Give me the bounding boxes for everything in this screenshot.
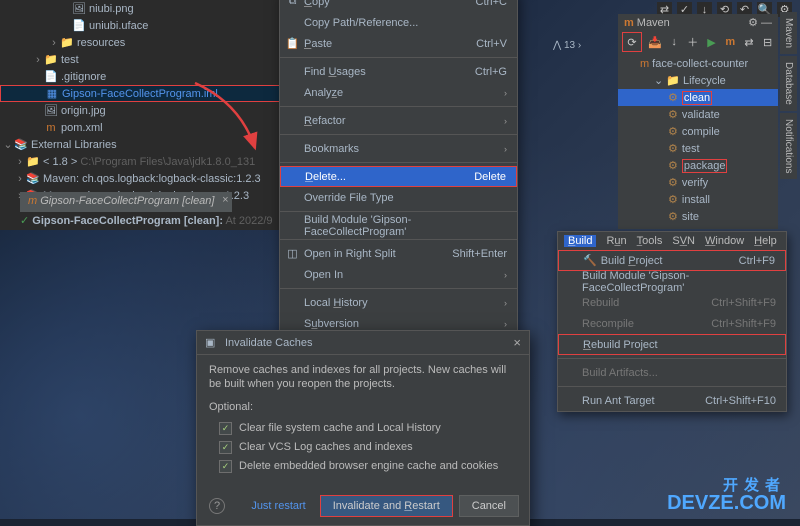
run-ant[interactable]: Run Ant TargetCtrl+Shift+F10 bbox=[558, 390, 786, 411]
gear-icon: ⚙ bbox=[668, 125, 678, 138]
maven-toolbar: ⟳ 📥 ↓ ＋ ▶ m ⇄ ⊟ bbox=[618, 31, 778, 53]
build-menu: Build Run Tools SVN Window Help 🔨Build P… bbox=[557, 231, 787, 412]
maven-tool-window: mMaven⚙ — ⟳ 📥 ↓ ＋ ▶ m ⇄ ⊟ mface-collect-… bbox=[618, 14, 778, 229]
rebuild-project[interactable]: Rebuild Project bbox=[558, 334, 786, 355]
menu-copy-path[interactable]: Copy Path/Reference... bbox=[280, 12, 517, 33]
maven-project[interactable]: mface-collect-counter bbox=[618, 55, 778, 72]
menu-help[interactable]: Help bbox=[754, 235, 777, 247]
menu-copy[interactable]: ⧉CopyCtrl+C bbox=[280, 0, 517, 12]
maven-goal-clean[interactable]: ⚙clean bbox=[618, 89, 778, 106]
maven-header[interactable]: mMaven⚙ — bbox=[618, 14, 778, 31]
menu-build-module[interactable]: Build Module 'Gipson-FaceCollectProgram' bbox=[280, 215, 517, 236]
external-libraries[interactable]: ⌄📚External Libraries bbox=[0, 136, 280, 153]
dialog-message: Remove caches and indexes for all projec… bbox=[209, 363, 517, 392]
menu-run[interactable]: Run bbox=[606, 235, 626, 247]
toggle-icon[interactable]: ⇄ bbox=[743, 34, 756, 50]
cancel-button[interactable]: Cancel bbox=[459, 495, 519, 517]
menu-window[interactable]: Window bbox=[705, 235, 744, 247]
generate-icon[interactable]: 📥 bbox=[648, 34, 662, 50]
invalidate-restart-button[interactable]: Invalidate and Restart bbox=[320, 495, 453, 517]
rebuild: RebuildCtrl+Shift+F9 bbox=[558, 292, 786, 313]
gear-icon: ⚙ bbox=[668, 91, 678, 104]
dialog-title-bar[interactable]: ▣ Invalidate Caches × bbox=[197, 331, 529, 355]
menu-paste[interactable]: 📋PasteCtrl+V bbox=[280, 33, 517, 54]
tree-item[interactable]: 📄uniubi.uface bbox=[0, 17, 280, 34]
side-tab-database[interactable]: Database bbox=[780, 56, 797, 111]
side-tab-notifications[interactable]: Notifications bbox=[780, 113, 797, 179]
checkbox-clear-vcs[interactable]: ✓Clear VCS Log caches and indexes bbox=[219, 441, 517, 454]
checkbox-icon: ✓ bbox=[219, 441, 232, 454]
gear-icon: ⚙ bbox=[668, 176, 678, 189]
menu-analyze[interactable]: Analyze› bbox=[280, 82, 517, 103]
add-icon[interactable]: ＋ bbox=[686, 34, 699, 50]
gear-icon: ⚙ bbox=[668, 210, 678, 223]
main-menu-bar: Build Run Tools SVN Window Help bbox=[558, 232, 786, 250]
collapse-icon[interactable]: ⊟ bbox=[761, 34, 774, 50]
menu-open-in[interactable]: Open In› bbox=[280, 264, 517, 285]
maven-goal-compile[interactable]: ⚙compile bbox=[618, 123, 778, 140]
recompile: RecompileCtrl+Shift+F9 bbox=[558, 313, 786, 334]
font-size-indicator[interactable]: ⋀ 13 › bbox=[553, 40, 581, 51]
tree-item[interactable]: 🖼niubi.png bbox=[0, 0, 280, 17]
gear-icon: ⚙ bbox=[668, 193, 678, 206]
maven-goal-site[interactable]: ⚙site bbox=[618, 208, 778, 225]
refresh-icon[interactable]: ⟳ bbox=[624, 34, 640, 50]
checkbox-icon: ✓ bbox=[219, 460, 232, 473]
tree-item[interactable]: 📄.gitignore bbox=[0, 68, 280, 85]
tree-item[interactable]: 🖼origin.jpg bbox=[0, 102, 280, 119]
menu-svn[interactable]: SVN bbox=[672, 235, 695, 247]
download-icon[interactable]: ↓ bbox=[668, 34, 681, 50]
menu-refactor[interactable]: Refactor› bbox=[280, 110, 517, 131]
gear-icon: ⚙ bbox=[668, 159, 678, 172]
maven-goal-install[interactable]: ⚙install bbox=[618, 191, 778, 208]
console-output: ✓ Gipson-FaceCollectProgram [clean]: At … bbox=[20, 214, 273, 227]
checkbox-icon: ✓ bbox=[219, 422, 232, 435]
split-icon: ◫ bbox=[286, 247, 299, 260]
run-tab[interactable]: m Gipson-FaceCollectProgram [clean]× bbox=[20, 192, 232, 212]
menu-override-file-type[interactable]: Override File Type bbox=[280, 187, 517, 208]
menu-delete[interactable]: Delete...Delete bbox=[280, 166, 517, 187]
maven-goal-test[interactable]: ⚙test bbox=[618, 140, 778, 157]
run-tab-bar: m Gipson-FaceCollectProgram [clean]× bbox=[20, 192, 232, 212]
optional-label: Optional: bbox=[209, 400, 517, 414]
maven-lifecycle[interactable]: ⌄ 📁Lifecycle bbox=[618, 72, 778, 89]
menu-tools[interactable]: Tools bbox=[637, 235, 663, 247]
paste-icon: 📋 bbox=[286, 37, 299, 50]
menu-find-usages[interactable]: Find UsagesCtrl+G bbox=[280, 61, 517, 82]
gear-icon: ⚙ bbox=[668, 142, 678, 155]
help-button[interactable]: ? bbox=[209, 498, 225, 514]
gear-icon: ⚙ bbox=[668, 108, 678, 121]
close-icon[interactable]: × bbox=[513, 335, 521, 350]
close-icon[interactable]: × bbox=[222, 194, 228, 206]
build-artifacts: Build Artifacts... bbox=[558, 362, 786, 383]
hammer-icon: 🔨 bbox=[583, 255, 597, 267]
menu-local-history[interactable]: Local History› bbox=[280, 292, 517, 313]
maven-goal-validate[interactable]: ⚙validate bbox=[618, 106, 778, 123]
m-icon[interactable]: m bbox=[724, 34, 737, 50]
watermark-logo: 开发者DEVZE.COM bbox=[667, 478, 786, 513]
copy-icon: ⧉ bbox=[286, 0, 299, 8]
menu-build[interactable]: Build bbox=[564, 235, 596, 247]
maven-goal-package[interactable]: ⚙package bbox=[618, 157, 778, 174]
checkbox-clear-fs[interactable]: ✓Clear file system cache and Local Histo… bbox=[219, 422, 517, 435]
checkbox-clear-browser[interactable]: ✓Delete embedded browser engine cache an… bbox=[219, 460, 517, 473]
intellij-icon: ▣ bbox=[205, 336, 219, 349]
tree-item[interactable]: ›📚Maven: ch.qos.logback:logback-classic:… bbox=[0, 170, 280, 187]
build-project[interactable]: 🔨Build ProjectCtrl+F9 bbox=[558, 250, 786, 271]
maven-goal-verify[interactable]: ⚙verify bbox=[618, 174, 778, 191]
tree-item[interactable]: mpom.xml bbox=[0, 119, 280, 136]
invalidate-caches-dialog: ▣ Invalidate Caches × Remove caches and … bbox=[196, 330, 530, 526]
tree-item[interactable]: ›📁resources bbox=[0, 34, 280, 51]
build-module[interactable]: Build Module 'Gipson-FaceCollectProgram' bbox=[558, 271, 786, 292]
side-tab-maven[interactable]: Maven bbox=[780, 12, 797, 54]
tree-item-selected-iml[interactable]: ▦Gipson-FaceCollectProgram.iml bbox=[0, 85, 280, 102]
right-sidebar-tabs: Maven Database Notifications bbox=[780, 12, 800, 181]
tree-item[interactable]: ›📁< 1.8 > C:\Program Files\Java\jdk1.8.0… bbox=[0, 153, 280, 170]
tree-item[interactable]: ›📁test bbox=[0, 51, 280, 68]
menu-open-split[interactable]: ◫Open in Right SplitShift+Enter bbox=[280, 243, 517, 264]
run-icon[interactable]: ▶ bbox=[705, 34, 718, 50]
just-restart-link[interactable]: Just restart bbox=[251, 500, 305, 512]
menu-bookmarks[interactable]: Bookmarks› bbox=[280, 138, 517, 159]
